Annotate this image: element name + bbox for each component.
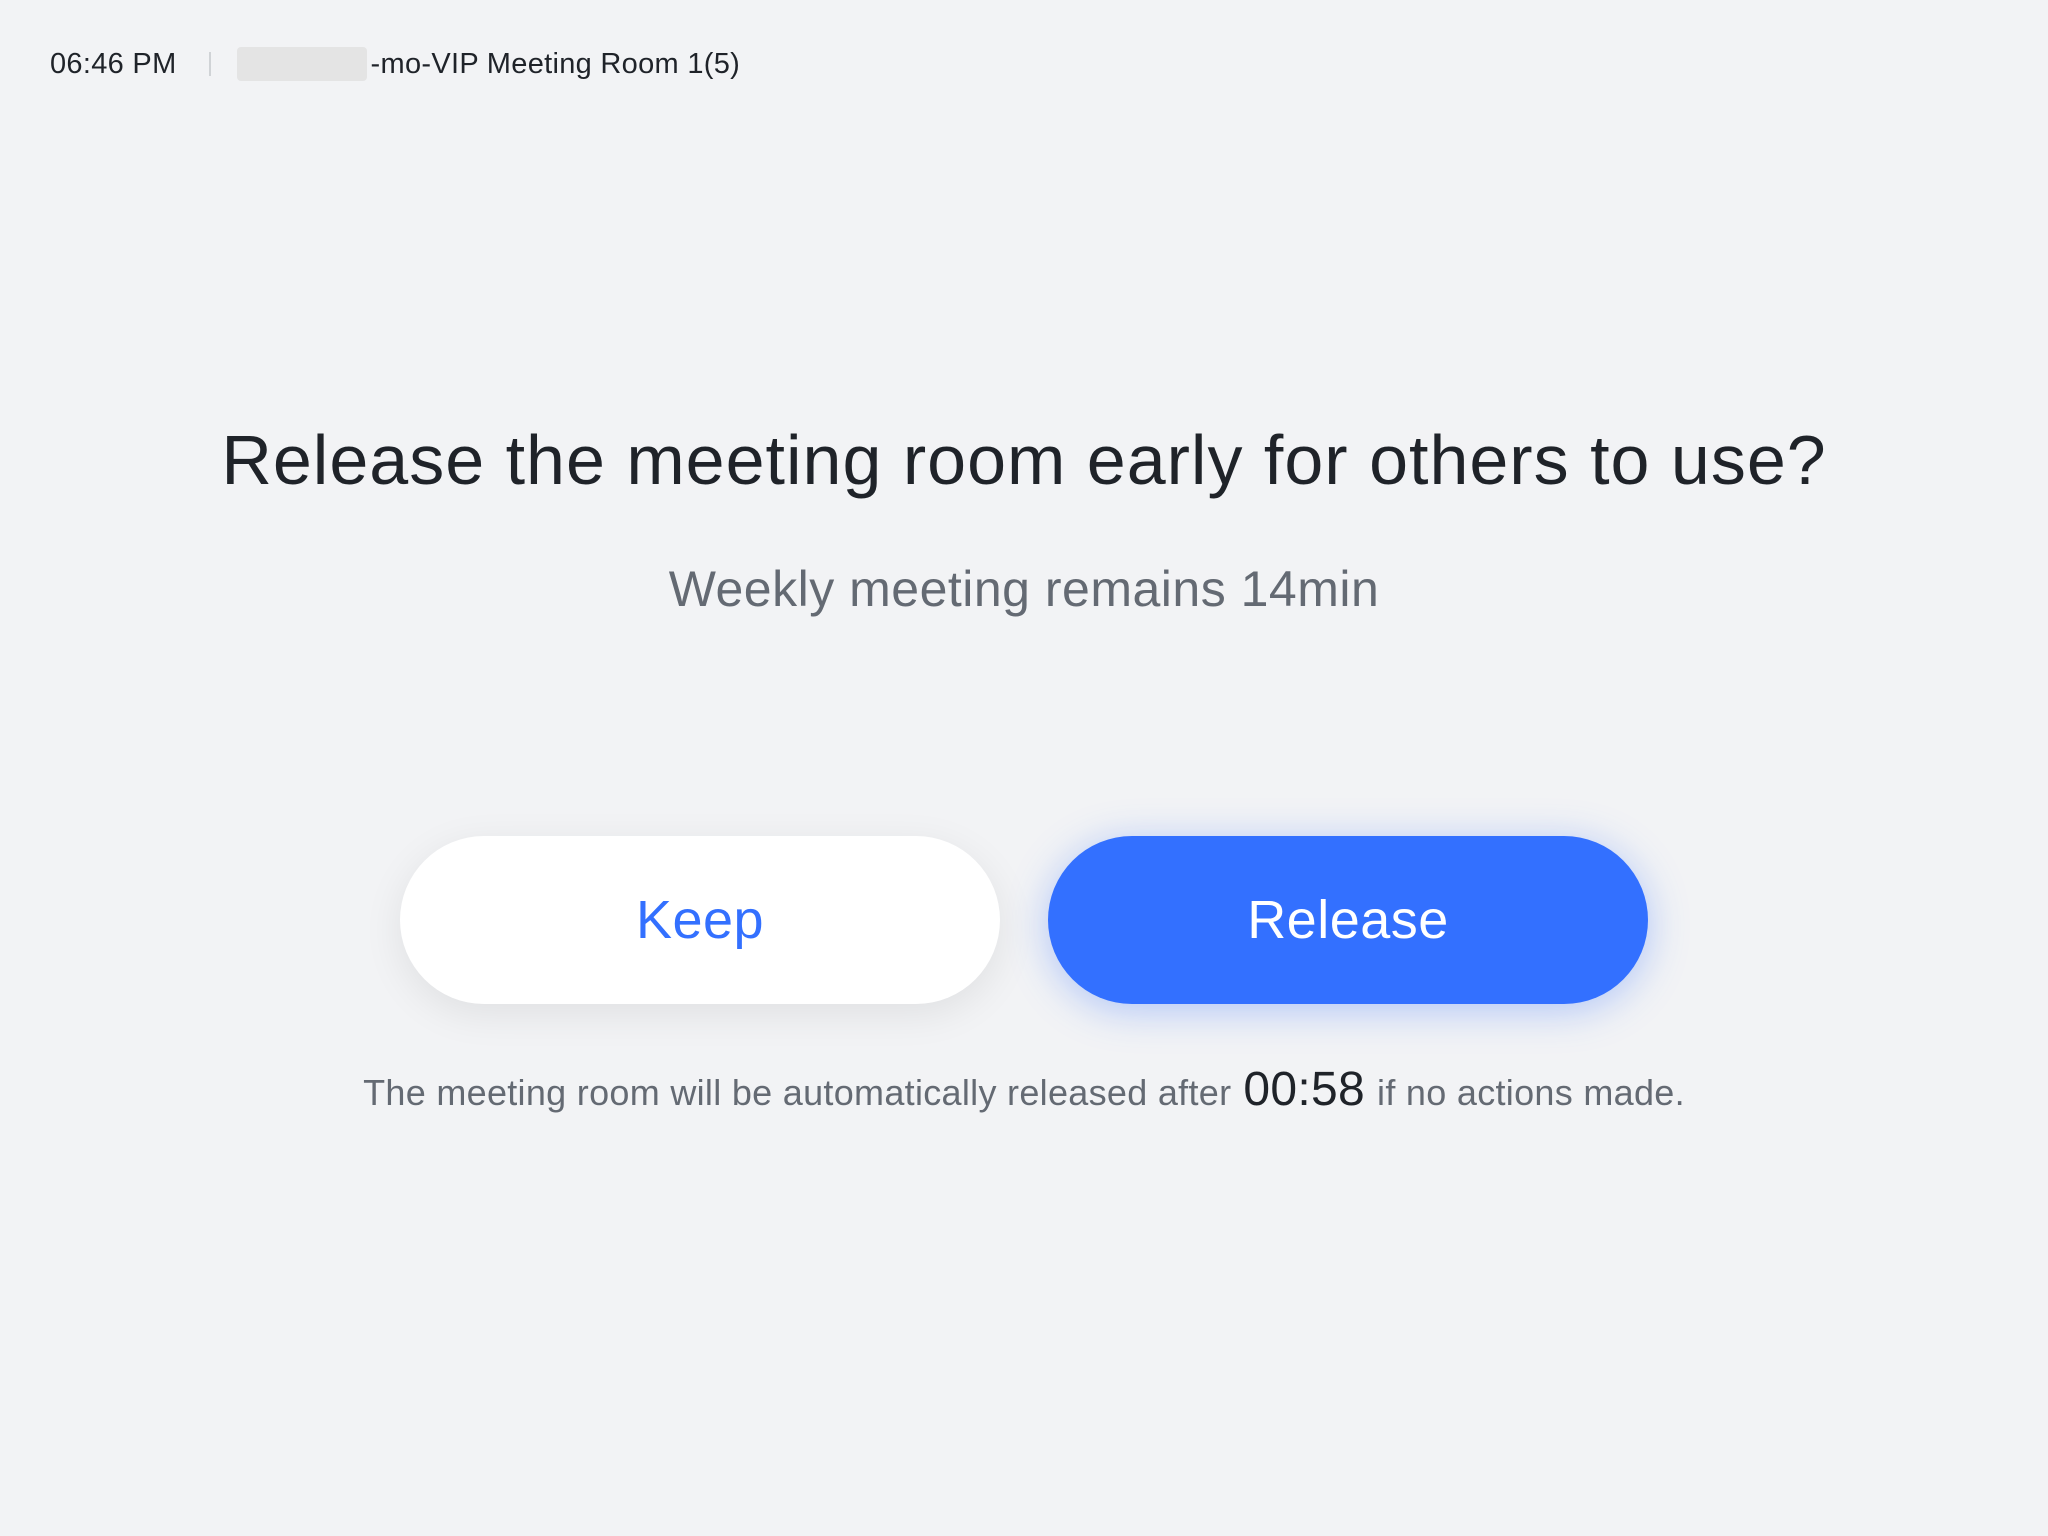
clock-time: 06:46 PM xyxy=(50,47,177,80)
countdown-timer: 00:58 xyxy=(1243,1063,1366,1116)
auto-release-notice: The meeting room will be automatically r… xyxy=(0,1062,2048,1117)
status-divider xyxy=(208,52,211,76)
keep-button[interactable]: Keep xyxy=(400,836,1000,1004)
release-prompt-title: Release the meeting room early for other… xyxy=(221,421,1827,499)
auto-release-text-after: if no actions made. xyxy=(1377,1072,1685,1113)
room-name: -mo-VIP Meeting Room 1(5) xyxy=(370,47,741,80)
meeting-remaining-time: Weekly meeting remains 14min xyxy=(668,561,1380,617)
release-button[interactable]: Release xyxy=(1048,836,1648,1004)
auto-release-text-before: The meeting room will be automatically r… xyxy=(363,1072,1232,1113)
redacted-room-prefix xyxy=(236,47,367,81)
status-bar: 06:46 PM -mo-VIP Meeting Room 1(5) xyxy=(50,44,740,84)
